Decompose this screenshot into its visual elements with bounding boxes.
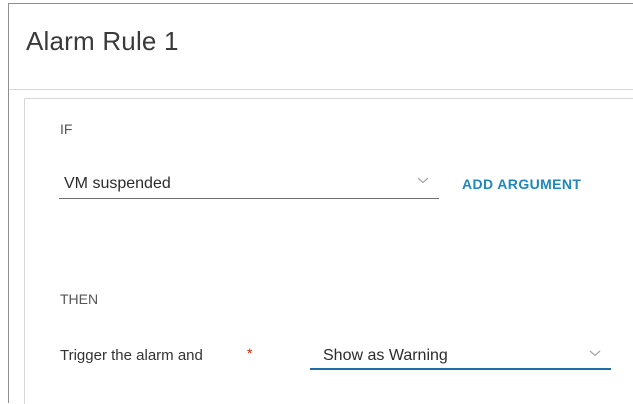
alarm-rule-card: Alarm Rule 1 IF VM suspended ADD ARGUMEN… bbox=[8, 3, 633, 404]
alarm-action-select-value: Show as Warning bbox=[323, 347, 448, 364]
alarm-action-select[interactable]: Show as Warning bbox=[310, 346, 611, 370]
trigger-alarm-label: Trigger the alarm and bbox=[60, 347, 203, 364]
rule-panel: IF VM suspended ADD ARGUMENT THEN Trigge… bbox=[24, 98, 633, 404]
condition-select-value: VM suspended bbox=[64, 175, 171, 192]
if-section-label: IF bbox=[60, 121, 73, 137]
required-marker: * bbox=[247, 345, 253, 361]
card-title: Alarm Rule 1 bbox=[26, 26, 179, 56]
condition-select[interactable]: VM suspended bbox=[59, 173, 439, 199]
add-argument-button[interactable]: ADD ARGUMENT bbox=[462, 176, 581, 192]
chevron-down-icon bbox=[589, 350, 601, 357]
title-divider bbox=[9, 89, 633, 90]
chevron-down-icon bbox=[417, 177, 429, 184]
then-section-label: THEN bbox=[60, 291, 99, 307]
